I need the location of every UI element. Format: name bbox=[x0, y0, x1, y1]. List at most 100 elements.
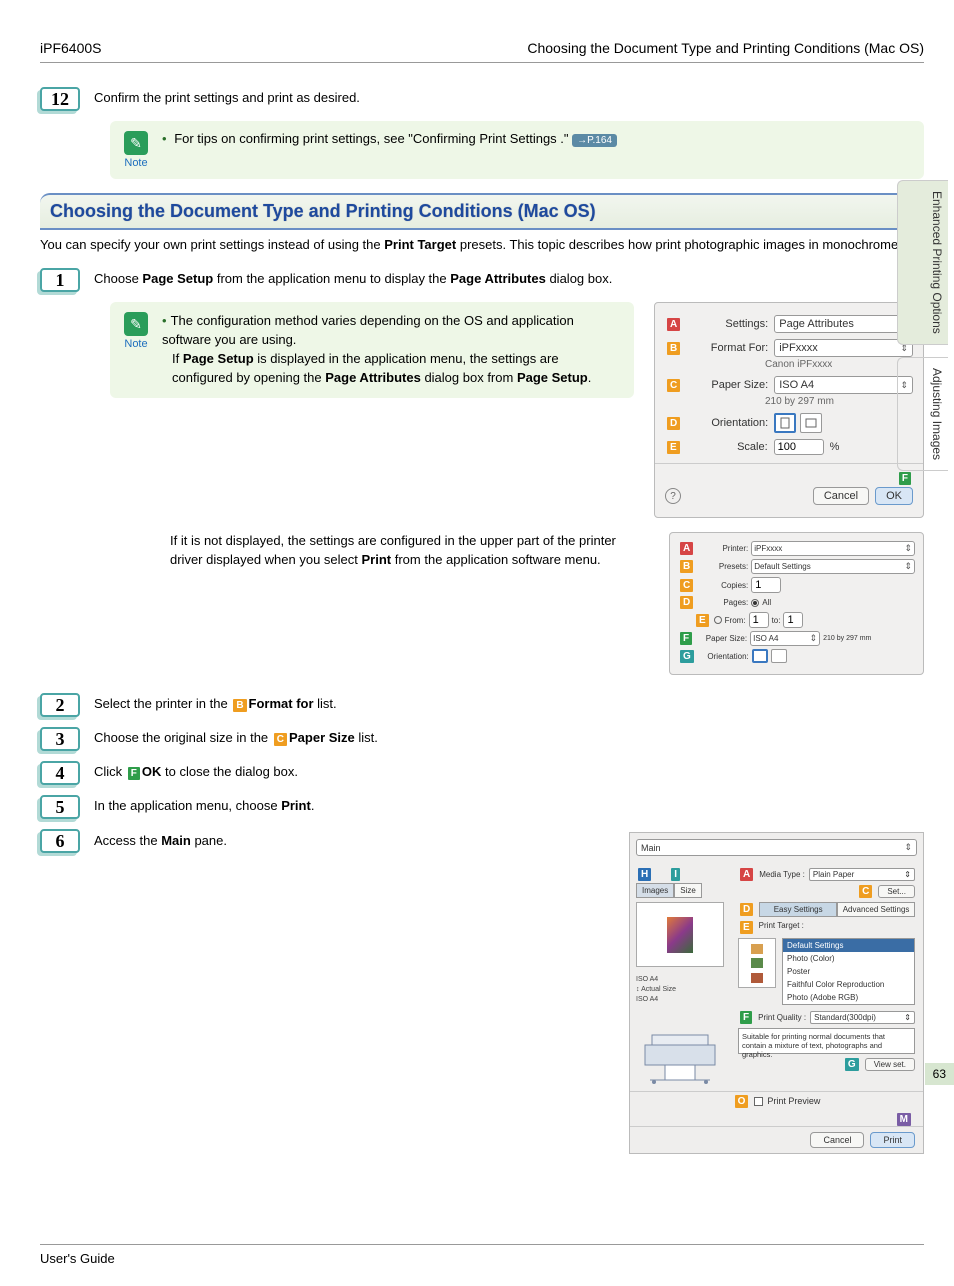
marker-a: A bbox=[667, 318, 680, 331]
settings-label: Settings: bbox=[688, 318, 768, 330]
tab-easy-settings[interactable]: Easy Settings bbox=[759, 902, 837, 917]
scale-label: Scale: bbox=[688, 441, 768, 453]
marker-f2: F bbox=[680, 632, 692, 645]
tab-advanced-settings[interactable]: Advanced Settings bbox=[837, 902, 915, 917]
format-for-label: Format For: bbox=[688, 342, 768, 354]
side-tab-adjusting[interactable]: Adjusting Images bbox=[897, 357, 948, 471]
step-number-2: 2 bbox=[40, 693, 80, 717]
step-3-text: Choose the original size in the CPaper S… bbox=[94, 727, 924, 746]
letter-f: F bbox=[128, 767, 140, 780]
pages-all-label: All bbox=[762, 598, 771, 607]
tab-size[interactable]: Size bbox=[674, 883, 702, 898]
note-label: Note bbox=[124, 157, 147, 169]
presets-label: Presets: bbox=[698, 562, 748, 571]
print-button[interactable]: Print bbox=[870, 1132, 915, 1148]
step1-note-line1: The configuration method varies dependin… bbox=[162, 313, 574, 347]
format-for-select[interactable]: iPFxxxx⇕ bbox=[774, 339, 913, 357]
paper-size-select[interactable]: ISO A4⇕ bbox=[774, 376, 913, 394]
marker-b: B bbox=[667, 342, 680, 355]
target-adobe-rgb[interactable]: Photo (Adobe RGB) bbox=[783, 991, 914, 1004]
print-target-list[interactable]: Default Settings Photo (Color) Poster Fa… bbox=[782, 938, 915, 1005]
intro-paragraph: You can specify your own print settings … bbox=[40, 236, 924, 254]
marker-d2: D bbox=[680, 596, 693, 609]
step-number-1: 1 bbox=[40, 268, 80, 292]
step1-alt-text: If it is not displayed, the settings are… bbox=[170, 532, 649, 570]
quality-description: Suitable for printing normal documents t… bbox=[738, 1028, 915, 1054]
marker-f: F bbox=[899, 472, 911, 485]
step-number-5: 5 bbox=[40, 795, 80, 819]
printer-illustration bbox=[636, 1015, 724, 1085]
scale-input[interactable] bbox=[774, 439, 824, 455]
marker-e: E bbox=[667, 441, 680, 454]
step-4-text: Click FOK to close the dialog box. bbox=[94, 761, 924, 780]
copies-label: Copies: bbox=[698, 581, 748, 590]
letter-c: C bbox=[274, 733, 287, 746]
orientation-landscape-button-2[interactable] bbox=[771, 649, 787, 663]
pages-from-radio[interactable] bbox=[714, 616, 722, 624]
step-number-12: 12 bbox=[40, 87, 80, 111]
note-icon: ✎ bbox=[124, 131, 148, 155]
paper-sub: 210 by 297 mm bbox=[765, 396, 913, 407]
scale-percent: % bbox=[830, 441, 840, 453]
view-set-button[interactable]: View set. bbox=[865, 1058, 915, 1071]
target-photo-color[interactable]: Photo (Color) bbox=[783, 952, 914, 965]
marker-c2: C bbox=[680, 579, 693, 592]
orientation-label-2: Orientation: bbox=[699, 652, 749, 661]
step-number-4: 4 bbox=[40, 761, 80, 785]
step-number-6: 6 bbox=[40, 829, 80, 853]
tab-images[interactable]: Images bbox=[636, 883, 674, 898]
step1-note-line2: If Page Setup is displayed in the applic… bbox=[162, 350, 620, 388]
media-type-select[interactable]: Plain Paper⇕ bbox=[809, 868, 915, 881]
main-select[interactable]: Main⇕ bbox=[636, 839, 917, 856]
cancel-button[interactable]: Cancel bbox=[813, 487, 869, 505]
side-tab-enhanced[interactable]: Enhanced Printing Options bbox=[897, 180, 948, 345]
marker-o: O bbox=[735, 1095, 749, 1108]
target-default[interactable]: Default Settings bbox=[783, 939, 914, 952]
bullet-icon: • bbox=[162, 131, 167, 146]
marker-g3: G bbox=[845, 1058, 859, 1071]
ok-button[interactable]: OK bbox=[875, 487, 913, 505]
note-label: Note bbox=[124, 338, 147, 350]
marker-c3: C bbox=[859, 885, 872, 898]
print-quality-select[interactable]: Standard(300dpi)⇕ bbox=[810, 1011, 915, 1024]
orientation-portrait-button[interactable] bbox=[774, 413, 796, 433]
print-dialog-top: APrinter:iPFxxxx⇕ BPresets:Default Setti… bbox=[669, 532, 924, 675]
marker-a2: A bbox=[680, 542, 693, 555]
cancel-button-main[interactable]: Cancel bbox=[810, 1132, 864, 1148]
marker-c: C bbox=[667, 379, 680, 392]
from-input[interactable] bbox=[749, 612, 769, 628]
printer-select[interactable]: iPFxxxx⇕ bbox=[751, 541, 915, 556]
pages-all-radio[interactable] bbox=[751, 599, 759, 607]
step-number-3: 3 bbox=[40, 727, 80, 751]
paper-size-label-2: Paper Size: bbox=[697, 634, 747, 643]
header-model: iPF6400S bbox=[40, 40, 101, 56]
header-breadcrumb: Choosing the Document Type and Printing … bbox=[527, 40, 924, 56]
copies-input[interactable] bbox=[751, 577, 781, 593]
marker-e3: E bbox=[740, 921, 753, 934]
orientation-landscape-button[interactable] bbox=[800, 413, 822, 433]
target-poster[interactable]: Poster bbox=[783, 965, 914, 978]
marker-h: H bbox=[638, 868, 651, 881]
step-1-text: Choose Page Setup from the application m… bbox=[94, 268, 924, 286]
paper-size-select-2[interactable]: ISO A4⇕ bbox=[750, 631, 820, 646]
pages-label: Pages: bbox=[698, 598, 748, 607]
marker-d: D bbox=[667, 417, 680, 430]
help-button[interactable]: ? bbox=[665, 488, 681, 504]
format-sub: Canon iPFxxxx bbox=[765, 359, 913, 370]
settings-select[interactable]: Page Attributes⇕ bbox=[774, 315, 913, 333]
presets-select[interactable]: Default Settings⇕ bbox=[751, 559, 915, 574]
print-preview-checkbox[interactable] bbox=[754, 1097, 763, 1106]
marker-f3: F bbox=[740, 1011, 752, 1024]
page-ref-link[interactable]: →P.164 bbox=[572, 134, 617, 147]
print-preview-label: Print Preview bbox=[767, 1096, 820, 1106]
printer-label: Printer: bbox=[698, 544, 748, 553]
target-faithful[interactable]: Faithful Color Reproduction bbox=[783, 978, 914, 991]
marker-a3: A bbox=[740, 868, 753, 881]
print-quality-label: Print Quality : bbox=[758, 1013, 806, 1022]
orientation-portrait-button-2[interactable] bbox=[752, 649, 768, 663]
marker-m: M bbox=[897, 1113, 911, 1126]
paper-size-label: Paper Size: bbox=[688, 379, 768, 391]
set-button[interactable]: Set... bbox=[878, 885, 915, 898]
main-pane-dialog: Main⇕ H I Images Size bbox=[629, 832, 924, 1153]
to-input[interactable] bbox=[783, 612, 803, 628]
